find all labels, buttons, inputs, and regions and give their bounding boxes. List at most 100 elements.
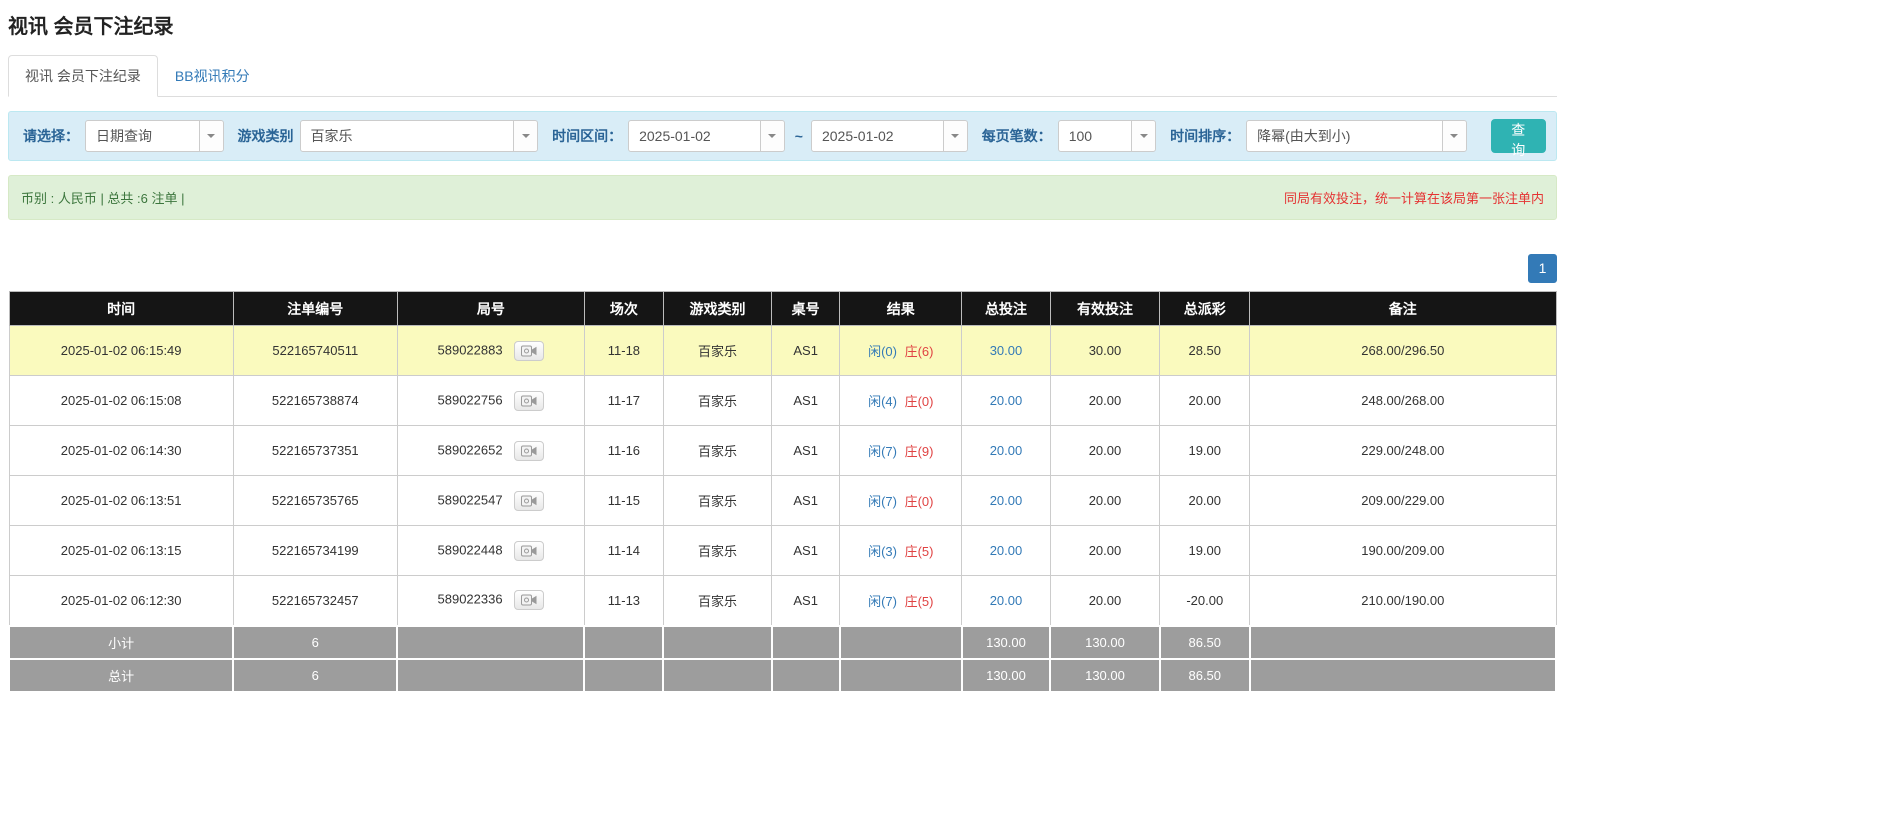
cell-round-id: 589022883 [397, 326, 584, 376]
subtotal-empty [663, 626, 771, 659]
total-valid-bet: 130.00 [1050, 659, 1160, 692]
col-result: 结果 [840, 292, 962, 326]
result-player-link[interactable]: 闲(3) [868, 544, 897, 559]
cell-payout: 19.00 [1160, 426, 1250, 476]
page-size-select[interactable]: 100 [1058, 120, 1156, 152]
result-player-link[interactable]: 闲(7) [868, 594, 897, 609]
tab-bb-video-points-label: BB视讯积分 [175, 68, 250, 84]
cell-game-type: 百家乐 [663, 426, 771, 476]
cell-session: 11-18 [584, 326, 663, 376]
table-row: 2025-01-02 06:13:51 522165735765 5890225… [9, 476, 1556, 526]
total-row: 总计 6 130.00 130.00 86.50 [9, 659, 1556, 692]
search-button[interactable]: 查询 [1491, 119, 1546, 153]
subtotal-empty [1250, 626, 1556, 659]
result-player-link[interactable]: 闲(7) [868, 444, 897, 459]
video-replay-button[interactable] [514, 391, 544, 411]
cell-bet-id: 522165732457 [233, 576, 397, 626]
page: 视讯 会员下注纪录 视讯 会员下注纪录 BB视讯积分 请选择： 日期查询 游戏类… [0, 0, 1565, 701]
cell-result: 闲(7) 庄(0) [840, 476, 962, 526]
cell-session: 11-17 [584, 376, 663, 426]
video-replay-button[interactable] [514, 541, 544, 561]
table-row: 2025-01-02 06:14:30 522165737351 5890226… [9, 426, 1556, 476]
total-bet-link[interactable]: 20.00 [990, 543, 1023, 558]
cell-remark: 229.00/248.00 [1250, 426, 1556, 476]
total-bet-link[interactable]: 20.00 [990, 443, 1023, 458]
tab-betting-records[interactable]: 视讯 会员下注纪录 [8, 55, 158, 97]
cell-result: 闲(7) 庄(9) [840, 426, 962, 476]
sort-order-select[interactable]: 降幂(由大到小) [1246, 120, 1466, 152]
cell-remark: 248.00/268.00 [1250, 376, 1556, 426]
result-banker-link[interactable]: 庄(0) [905, 494, 934, 509]
game-type-select[interactable]: 百家乐 [300, 120, 539, 152]
result-player-link[interactable]: 闲(7) [868, 494, 897, 509]
total-total-bet: 130.00 [962, 659, 1050, 692]
round-id-text: 589022448 [438, 542, 503, 557]
table-row: 2025-01-02 06:15:08 522165738874 5890227… [9, 376, 1556, 426]
cell-round-id: 589022756 [397, 376, 584, 426]
subtotal-empty [772, 626, 840, 659]
tab-bar: 视讯 会员下注纪录 BB视讯积分 [8, 55, 1557, 97]
total-bet-link[interactable]: 30.00 [990, 343, 1023, 358]
page-size-label: 每页笔数： [982, 126, 1052, 146]
result-banker-link[interactable]: 庄(0) [905, 394, 934, 409]
col-valid-bet: 有效投注 [1050, 292, 1160, 326]
cell-session: 11-16 [584, 426, 663, 476]
col-remark: 备注 [1250, 292, 1556, 326]
col-game-type: 游戏类别 [663, 292, 771, 326]
table-row: 2025-01-02 06:15:49 522165740511 5890228… [9, 326, 1556, 376]
result-player-link[interactable]: 闲(4) [868, 394, 897, 409]
cell-table-no: AS1 [772, 426, 840, 476]
video-replay-button[interactable] [514, 590, 544, 610]
cell-round-id: 589022652 [397, 426, 584, 476]
page-title: 视讯 会员下注纪录 [8, 10, 1557, 39]
result-banker-link[interactable]: 庄(6) [905, 344, 934, 359]
page-button-1[interactable]: 1 [1528, 254, 1557, 283]
video-replay-button[interactable] [514, 441, 544, 461]
cell-result: 闲(3) 庄(5) [840, 526, 962, 576]
cell-time: 2025-01-02 06:15:08 [9, 376, 233, 426]
round-id-text: 589022652 [438, 442, 503, 457]
cell-bet-id: 522165737351 [233, 426, 397, 476]
chevron-down-icon [513, 121, 537, 151]
subtotal-empty [584, 626, 663, 659]
cell-bet-id: 522165740511 [233, 326, 397, 376]
cell-valid-bet: 30.00 [1050, 326, 1160, 376]
cell-payout: -20.00 [1160, 576, 1250, 626]
date-to-select[interactable]: 2025-01-02 [811, 120, 968, 152]
subtotal-empty [397, 626, 584, 659]
cell-valid-bet: 20.00 [1050, 526, 1160, 576]
total-empty [1250, 659, 1556, 692]
cell-table-no: AS1 [772, 376, 840, 426]
video-replay-button[interactable] [514, 491, 544, 511]
cell-result: 闲(7) 庄(5) [840, 576, 962, 626]
result-banker-link[interactable]: 庄(9) [905, 444, 934, 459]
result-banker-link[interactable]: 庄(5) [905, 594, 934, 609]
cell-total-bet: 20.00 [962, 476, 1050, 526]
cell-valid-bet: 20.00 [1050, 576, 1160, 626]
round-id-text: 589022336 [438, 592, 503, 607]
total-bet-link[interactable]: 20.00 [990, 593, 1023, 608]
date-from-select[interactable]: 2025-01-02 [628, 120, 785, 152]
date-to-value: 2025-01-02 [812, 121, 943, 151]
video-replay-button[interactable] [514, 341, 544, 361]
result-banker-link[interactable]: 庄(5) [905, 544, 934, 559]
total-label: 总计 [9, 659, 233, 692]
sort-order-value: 降幂(由大到小) [1247, 121, 1441, 151]
query-type-select[interactable]: 日期查询 [85, 120, 224, 152]
total-bet-link[interactable]: 20.00 [990, 393, 1023, 408]
time-range-label: 时间区间： [552, 126, 622, 146]
cell-round-id: 589022547 [397, 476, 584, 526]
total-bet-link[interactable]: 20.00 [990, 493, 1023, 508]
cell-remark: 268.00/296.50 [1250, 326, 1556, 376]
result-player-link[interactable]: 闲(0) [868, 344, 897, 359]
cell-bet-id: 522165735765 [233, 476, 397, 526]
col-total-bet: 总投注 [962, 292, 1050, 326]
cell-session: 11-13 [584, 576, 663, 626]
table-header-row: 时间 注单编号 局号 场次 游戏类别 桌号 结果 总投注 有效投注 总派彩 备注 [9, 292, 1556, 326]
pagination: 1 [8, 254, 1557, 283]
video-camera-icon [521, 345, 537, 357]
chevron-down-icon [199, 121, 223, 151]
tab-bb-video-points[interactable]: BB视讯积分 [158, 55, 267, 97]
cell-remark: 190.00/209.00 [1250, 526, 1556, 576]
cell-table-no: AS1 [772, 576, 840, 626]
